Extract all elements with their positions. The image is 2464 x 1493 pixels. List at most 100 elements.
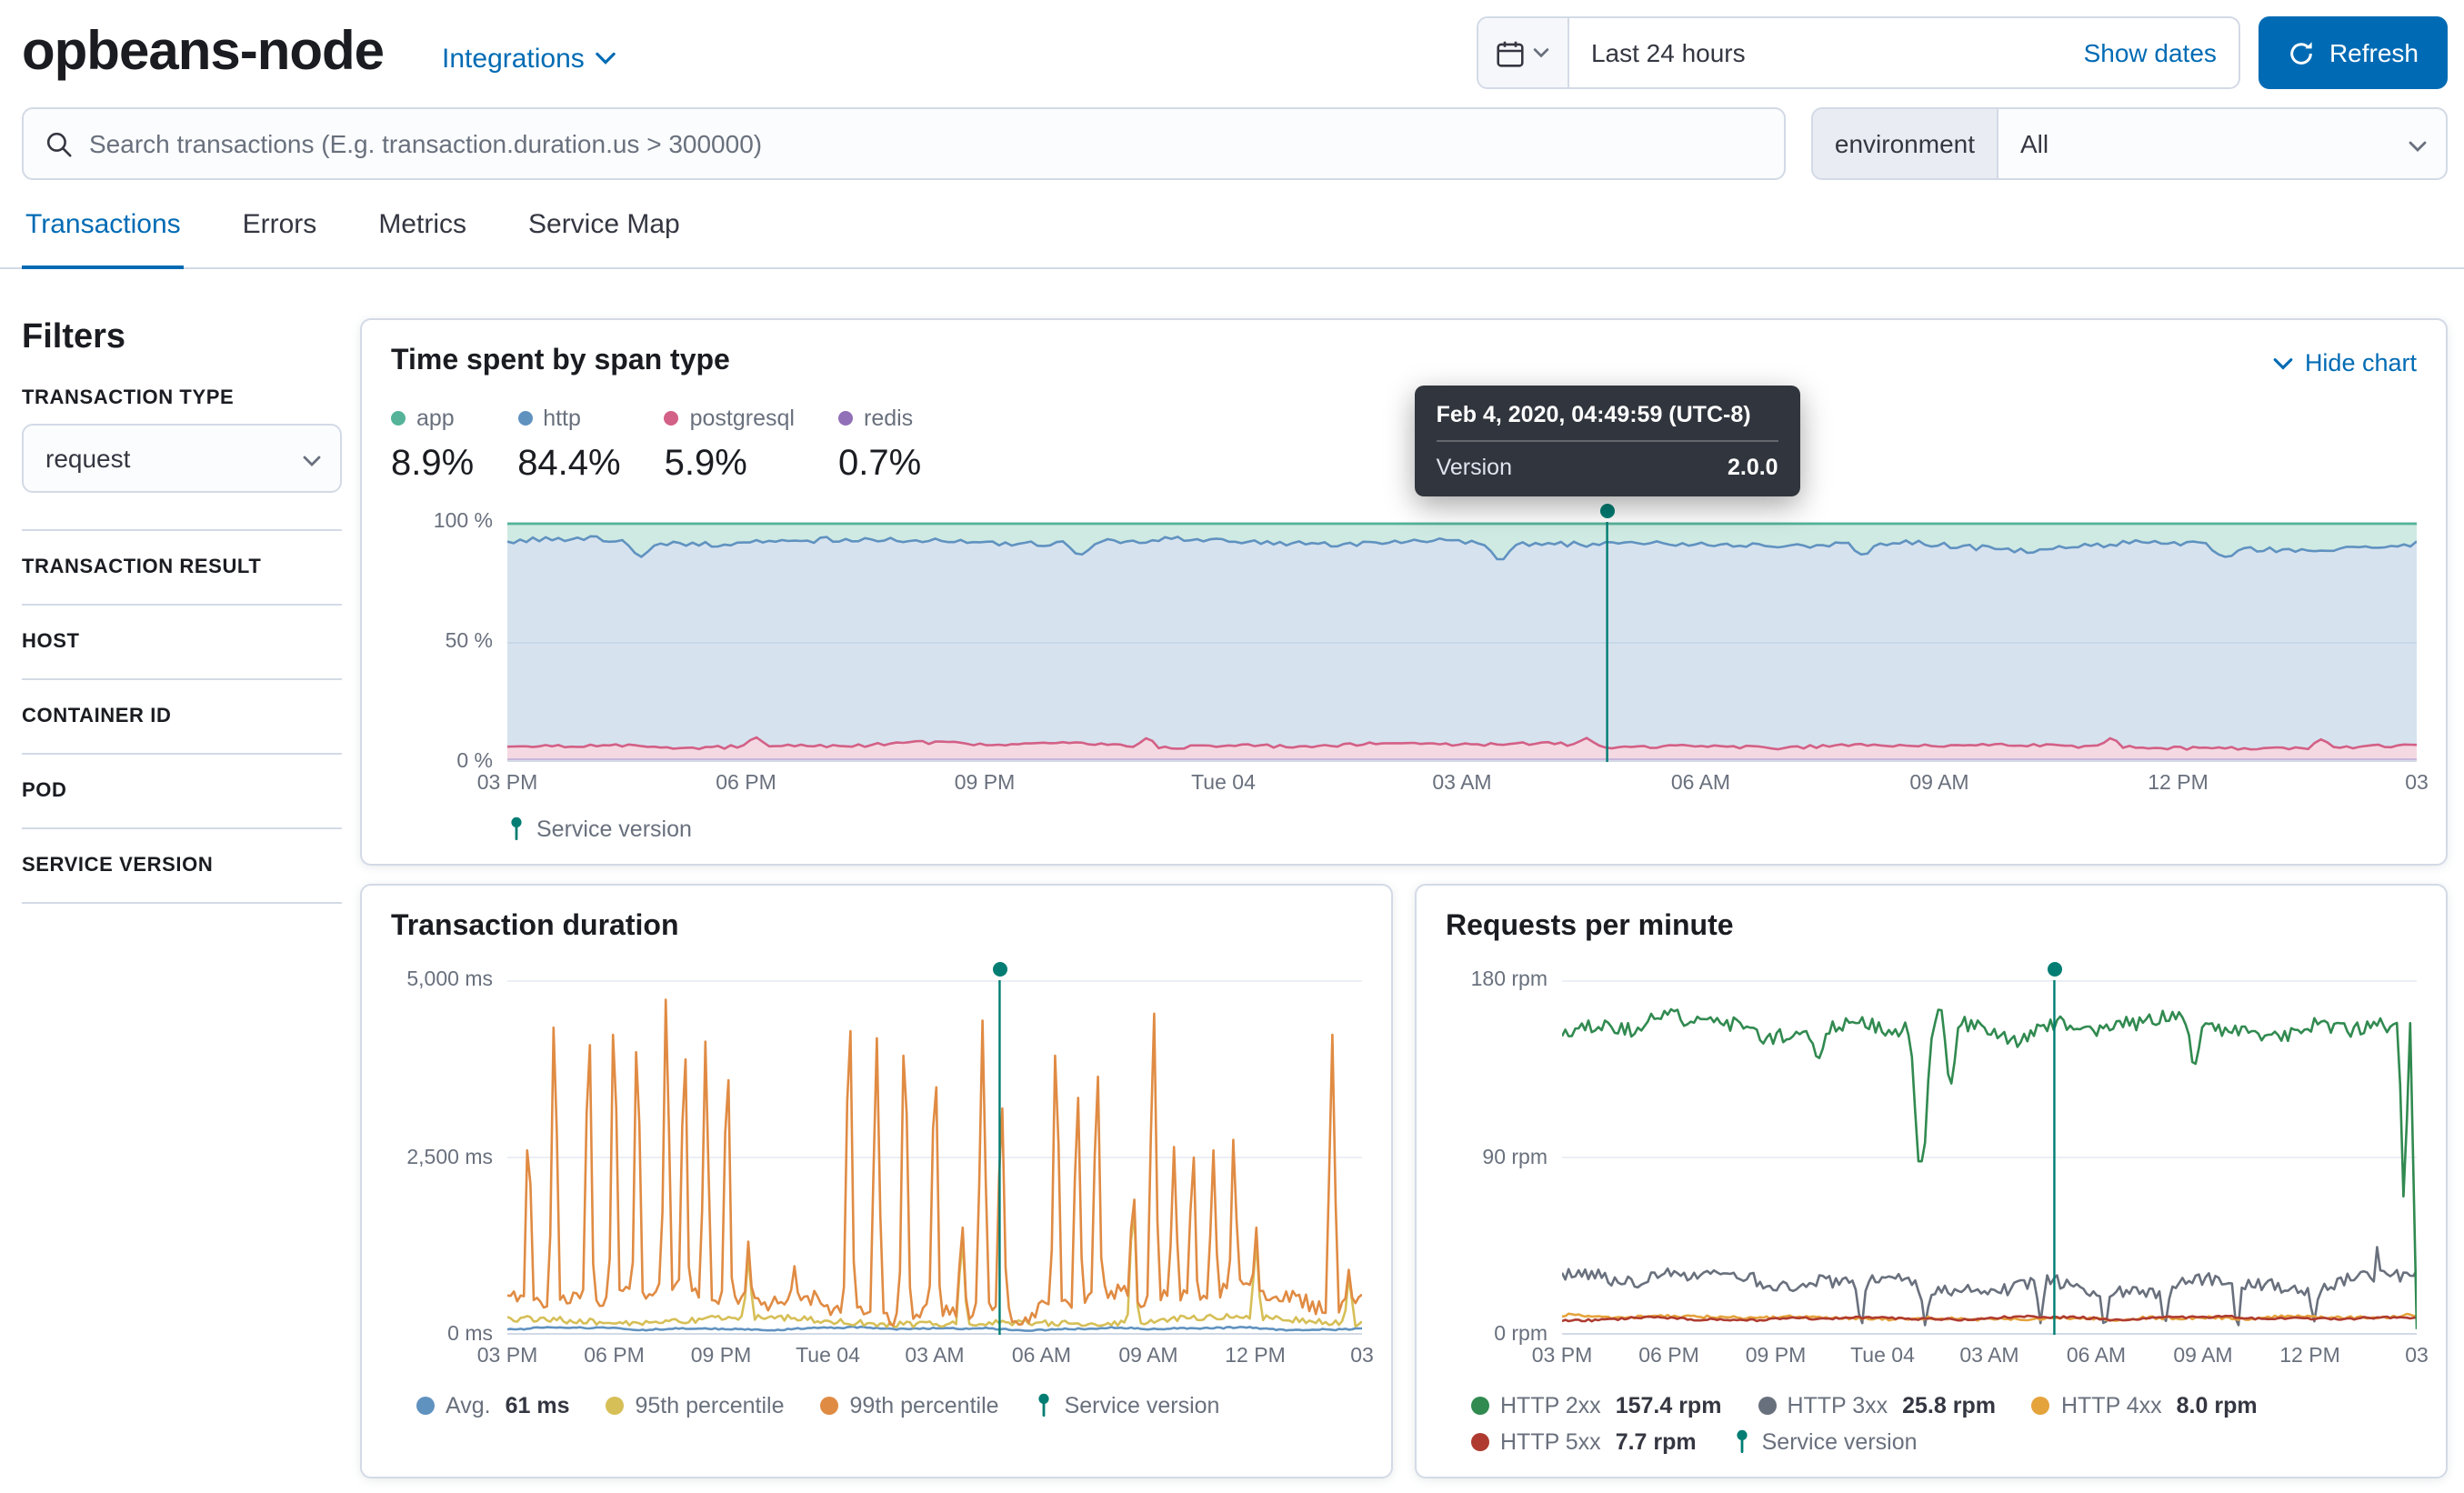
card-title: Transaction duration (391, 911, 679, 942)
annotation-dot (1599, 504, 1615, 518)
service-version-legend: Service version (507, 817, 2417, 842)
legend-item-redis: redis (838, 406, 921, 431)
span-summary-redis: redis 0.7% (838, 406, 921, 486)
duration-chart-legend: Avg. 61 ms 95th percentile 99th percenti… (416, 1393, 1362, 1418)
span-summary-app: app 8.9% (391, 406, 474, 486)
hide-chart-button[interactable]: Hide chart (2274, 346, 2417, 380)
span-percentage-redis: 0.7% (838, 444, 922, 484)
transaction-type-label: TRANSACTION TYPE (22, 387, 235, 409)
x-axis-label: 09 PM (690, 1346, 752, 1368)
tab-metrics[interactable]: Metrics (375, 187, 470, 269)
x-axis-label: 03 AM (905, 1346, 965, 1368)
x-axis-label: 09 AM (1909, 773, 1969, 795)
x-axis-label: 06 AM (1670, 773, 1731, 795)
tab-transactions[interactable]: Transactions (22, 187, 185, 269)
legend-item-service-version: Service version (1733, 1429, 1918, 1455)
environment-filter: environment All (1810, 107, 2448, 180)
calendar-dropdown-button[interactable] (1477, 18, 1569, 87)
legend-item-postgresql: postgresql (664, 406, 795, 431)
tab-errors[interactable]: Errors (239, 187, 321, 269)
time-spent-by-span-type-card: Time spent by span type Hide chart app 8… (360, 318, 2448, 866)
x-axis-label: 06 PM (584, 1346, 645, 1368)
legend-item-avg[interactable]: Avg. 61 ms (416, 1393, 570, 1418)
x-axis-label: 06 PM (716, 773, 776, 795)
annotation-dot (992, 962, 1007, 977)
x-axis-label: 09 PM (954, 773, 1016, 795)
x-axis-label: Tue 04 (796, 1346, 860, 1368)
requests-per-minute-card: Requests per minute 180 rpm 90 rpm 0 rpm 0… (1415, 884, 2448, 1478)
x-axis-label: 03 (1350, 1346, 1374, 1368)
x-axis: 03 PM 06 PM 09 PM Tue 04 03 AM 06 AM 09 AM 12 P… (1532, 1342, 2429, 1371)
tab-service-map[interactable]: Service Map (525, 187, 684, 269)
legend-dot (838, 411, 853, 426)
tooltip-value: 2.0.0 (1727, 455, 1778, 480)
x-axis-label: Tue 04 (1191, 773, 1256, 795)
environment-select[interactable]: All (1997, 107, 2448, 180)
annotation-pin-icon (1038, 1393, 1050, 1417)
chevron-down-icon (2409, 141, 2427, 152)
span-percentage-postgresql: 5.9% (664, 444, 747, 484)
legend-item-95th-percentile[interactable]: 95th percentile (606, 1393, 785, 1418)
x-axis-label: 03 AM (1959, 1346, 2019, 1368)
date-picker: Last 24 hours Show dates (1476, 16, 2240, 89)
calendar-icon (1497, 40, 1524, 66)
y-axis: 180 rpm 90 rpm 0 rpm (1446, 969, 1562, 1346)
card-title: Requests per minute (1446, 911, 1734, 942)
y-axis-label: 5,000 ms (406, 969, 493, 991)
chevron-down-icon (1533, 48, 1549, 58)
integrations-dropdown[interactable]: Integrations (431, 41, 628, 75)
legend-item-app: app (391, 406, 474, 431)
x-axis-label: 03 PM (1531, 1346, 1593, 1368)
span-percentage-app: 8.9% (391, 444, 475, 484)
filter-section-service-version: SERVICE VERSION (22, 829, 342, 904)
chart-plot-area[interactable] (507, 962, 1362, 1335)
annotation-pin-icon (1737, 1429, 1748, 1453)
annotation-pin-icon (511, 817, 522, 840)
span-type-chart: 100 % 50 % 0 % Feb 4, 2020, 04:49:59 (UTC-… (391, 386, 2429, 798)
x-axis-label: 03 PM (476, 1346, 538, 1368)
span-type-summary: app 8.9% http 84.4% postgresql 5.9% redi… (391, 406, 2417, 486)
transaction-duration-card: Transaction duration 5,000 ms 2,500 ms 0 m… (360, 884, 1393, 1478)
legend-dot (517, 411, 533, 426)
legend-dot (416, 1397, 435, 1415)
chevron-down-icon (2274, 357, 2294, 369)
legend-item-99th-percentile[interactable]: 99th percentile (820, 1393, 999, 1418)
tooltip-label: Version (1436, 455, 1512, 480)
chart-plot-area[interactable]: Feb 4, 2020, 04:49:59 (UTC-8) Version 2.… (507, 386, 2417, 762)
x-axis-label: 12 PM (2148, 773, 2209, 795)
span-summary-postgresql: postgresql 5.9% (664, 406, 795, 486)
rpm-chart-legend: HTTP 2xx 157.4 rpm HTTP 3xx 25.8 rpm HTT… (1471, 1393, 2417, 1455)
legend-item-http-3xx[interactable]: HTTP 3xx 25.8 rpm (1758, 1393, 1996, 1418)
requests-per-minute-chart: 180 rpm 90 rpm 0 rpm 03 PM 06 PM 09 PM Tue 04… (1446, 962, 2429, 1371)
filter-section-pod: POD (22, 755, 342, 829)
y-axis-label: 180 rpm (1470, 969, 1548, 991)
legend-item-http-5xx[interactable]: HTTP 5xx 7.7 rpm (1471, 1429, 1697, 1455)
legend-dot (606, 1397, 625, 1415)
chevron-down-icon (596, 52, 616, 65)
tooltip-timestamp: Feb 4, 2020, 04:49:59 (UTC-8) (1436, 402, 1778, 442)
legend-item-http-4xx[interactable]: HTTP 4xx 8.0 rpm (2031, 1393, 2258, 1418)
y-axis: 100 % 50 % 0 % (391, 511, 507, 773)
x-axis: 03 PM 06 PM 09 PM Tue 04 03 AM 06 AM 09 AM 12 P… (477, 769, 2429, 798)
search-input[interactable] (24, 109, 1784, 178)
tab-bar: Transactions Errors Metrics Service Map (0, 187, 2464, 269)
x-axis-label: 03 (2405, 1346, 2429, 1368)
transaction-type-select[interactable]: request (22, 424, 342, 493)
legend-item-http-2xx[interactable]: HTTP 2xx 157.4 rpm (1471, 1393, 1721, 1418)
legend-dot (664, 411, 679, 426)
chart-plot-area[interactable] (1562, 962, 2417, 1335)
x-axis-label: 03 (2405, 773, 2429, 795)
time-range-display[interactable]: Last 24 hours (1569, 18, 2062, 87)
x-axis-label: 12 PM (2279, 1346, 2340, 1368)
refresh-button[interactable]: Refresh (2258, 16, 2448, 89)
legend-item-service-version: Service version (1036, 1393, 1219, 1418)
show-dates-button[interactable]: Show dates (2062, 18, 2239, 87)
x-axis-label: 06 AM (2066, 1346, 2127, 1368)
y-axis-label: 0 % (456, 751, 493, 773)
x-axis-label: 09 AM (2173, 1346, 2233, 1368)
page-title: opbeans-node (22, 22, 385, 82)
legend-dot (820, 1397, 839, 1415)
x-axis-label: 06 PM (1638, 1346, 1699, 1368)
filters-title: Filters (22, 318, 126, 356)
y-axis-label: 2,500 ms (406, 1147, 493, 1168)
